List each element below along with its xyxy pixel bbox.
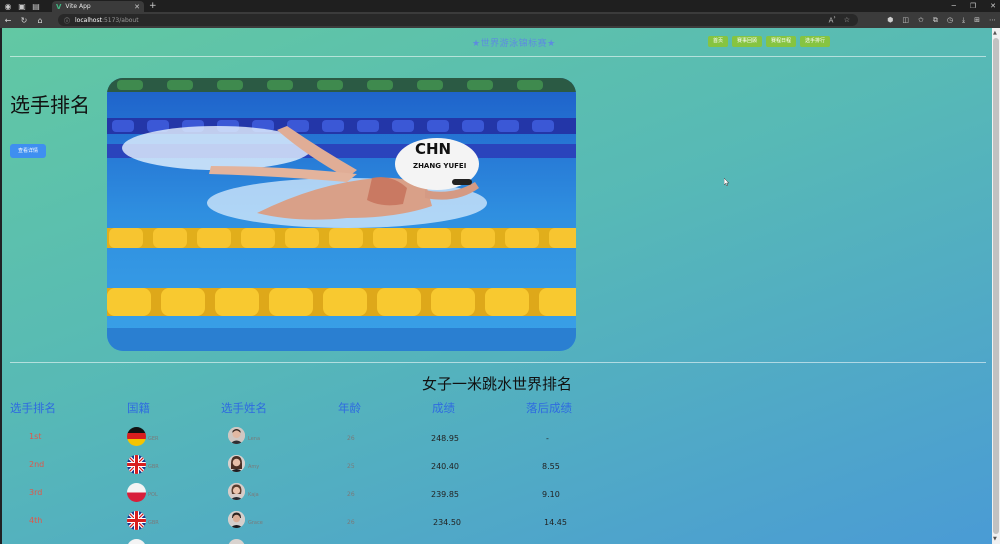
split-screen-icon[interactable]: ◫ (902, 14, 909, 26)
home-icon[interactable]: ⌂ (32, 16, 48, 25)
browser-window: ◉ ▣ ▤ V Vite App ✕ + ─ ❐ ✕ ← ↻ ⌂ ⓘ local… (0, 0, 1000, 544)
site-header: ★世界游泳锦标赛★ 首页 赛事回顾 赛程日程 选手排行 (2, 28, 992, 56)
ranking-title: 女子一米跳水世界排名 (421, 375, 572, 393)
profile-icon[interactable]: ◉ (2, 0, 14, 12)
favorite-star-icon[interactable]: ☆ (844, 16, 850, 24)
behind-cell: 8.55 (542, 462, 560, 471)
navigation-bar: ← ↻ ⌂ ⓘ localhost:5173/about A› ☆ ⬢ ◫ ✩ … (0, 12, 1000, 28)
nationality-cell: POL (148, 492, 158, 498)
score-cell: 239.85 (431, 490, 459, 499)
close-window-icon[interactable]: ✕ (990, 0, 996, 12)
close-tab-icon[interactable]: ✕ (134, 3, 140, 11)
nationality-cell: GER (148, 436, 159, 442)
avatar (228, 511, 245, 528)
rank-cell: 1st (29, 432, 42, 441)
collections-icon[interactable]: ⧉ (933, 14, 938, 26)
read-aloud-icon[interactable]: A› (829, 15, 836, 24)
rank-cell: 3rd (29, 488, 43, 497)
favorites-icon[interactable]: ✩ (918, 14, 924, 26)
score-cell: 248.95 (431, 434, 459, 443)
tab-actions-icon[interactable]: ▤ (30, 0, 42, 12)
menu-schedule-button[interactable]: 赛程日程 (766, 36, 797, 47)
menu-home-button[interactable]: 首页 (708, 36, 729, 47)
cap-country-text: CHN (415, 140, 451, 158)
cap-name-text: ZHANG YUFEI (413, 162, 466, 170)
site-info-icon[interactable]: ⓘ (64, 16, 70, 25)
workspaces-icon[interactable]: ▣ (16, 0, 28, 12)
avatar (228, 455, 245, 472)
menu-review-button[interactable]: 赛事回顾 (732, 36, 763, 47)
uk-flag-icon (127, 511, 146, 530)
tab-title: Vite App (65, 3, 91, 10)
nationality-cell: GBR (148, 520, 159, 526)
rank-cell: 4th (29, 516, 43, 525)
header-name: 选手姓名 (221, 401, 267, 415)
age-cell: 26 (347, 519, 355, 526)
avatar (228, 427, 245, 444)
rank-cell: 2nd (29, 460, 45, 469)
site-title: ★世界游泳锦标赛★ (472, 39, 556, 49)
poland-flag-icon (127, 483, 146, 502)
behind-cell: 9.10 (542, 490, 560, 499)
avatar (228, 483, 245, 500)
header-age: 年龄 (338, 401, 361, 415)
scroll-down-icon[interactable]: ▼ (993, 536, 997, 542)
address-host: localhost (75, 16, 102, 24)
reload-icon[interactable]: ↻ (16, 16, 32, 25)
score-cell: 240.40 (431, 462, 459, 471)
scrollbar-thumb[interactable] (993, 38, 999, 534)
back-icon[interactable]: ← (0, 16, 16, 25)
behind-cell: - (546, 434, 549, 443)
player-name-cell: Kaja (248, 492, 259, 498)
new-tab-icon[interactable]: + (149, 0, 157, 12)
address-bar[interactable]: ⓘ localhost:5173/about A› ☆ (58, 14, 858, 26)
page-content: ★世界游泳锦标赛★ 首页 赛事回顾 赛程日程 选手排行 选手排名 查看详情 CH… (2, 28, 992, 544)
view-details-button[interactable]: 查看详情 (10, 144, 46, 158)
address-path: :5173/about (101, 16, 139, 24)
minimize-icon[interactable]: ─ (952, 0, 956, 12)
player-name-cell: Grace (248, 520, 263, 526)
maximize-icon[interactable]: ❐ (970, 0, 976, 12)
age-cell: 25 (347, 463, 355, 470)
age-cell: 26 (347, 435, 355, 442)
downloads-icon[interactable]: ⤓ (962, 14, 965, 26)
header-nationality: 国籍 (127, 401, 150, 415)
age-cell: 26 (347, 491, 355, 498)
vite-logo-icon: V (56, 2, 62, 11)
header-score: 成绩 (432, 401, 455, 415)
header-behind: 落后成绩 (526, 401, 572, 415)
main-menu: 首页 赛事回顾 赛程日程 选手排行 (708, 36, 831, 47)
player-name-cell: Lena (248, 436, 261, 442)
scroll-up-icon[interactable]: ▲ (993, 30, 997, 36)
table-row: 4th GBR Grace 26 234.50 14.45 (10, 511, 610, 535)
swimmer-photo: CHN ZHANG YUFEI (107, 78, 576, 351)
score-cell: 234.50 (433, 518, 461, 527)
table-row: 3rd POL Kaja 26 239.85 9.10 (10, 483, 610, 507)
behind-cell: 14.45 (544, 518, 567, 527)
table-row: 1st GER Lena 26 248.95 - (10, 427, 610, 451)
section-divider (10, 362, 986, 363)
menu-ranking-button[interactable]: 选手排行 (800, 36, 831, 47)
tab-vite-app[interactable]: V Vite App ✕ (52, 1, 144, 12)
germany-flag-icon (127, 427, 146, 446)
apps-icon[interactable]: ⊞ (974, 14, 980, 26)
settings-more-icon[interactable]: ⋯ (989, 14, 996, 26)
history-icon[interactable]: ◷ (947, 14, 953, 26)
mouse-cursor-icon (724, 178, 729, 186)
tab-strip: ◉ ▣ ▤ V Vite App ✕ + ─ ❐ ✕ (0, 0, 1000, 12)
uk-flag-icon (127, 455, 146, 474)
player-name-cell: Amy (248, 464, 260, 470)
table-row (10, 539, 610, 544)
header-divider (10, 56, 986, 57)
flag-icon (127, 539, 146, 544)
page-scrollbar[interactable]: ▲ ▼ (992, 28, 1000, 544)
header-rank: 选手排名 (10, 401, 56, 415)
avatar (228, 539, 245, 544)
table-row: 2nd GBR Amy 25 240.40 8.55 (10, 455, 610, 479)
nationality-cell: GBR (148, 464, 159, 470)
extension-icon[interactable]: ⬢ (887, 14, 893, 26)
hero-title: 选手排名 (10, 93, 90, 117)
